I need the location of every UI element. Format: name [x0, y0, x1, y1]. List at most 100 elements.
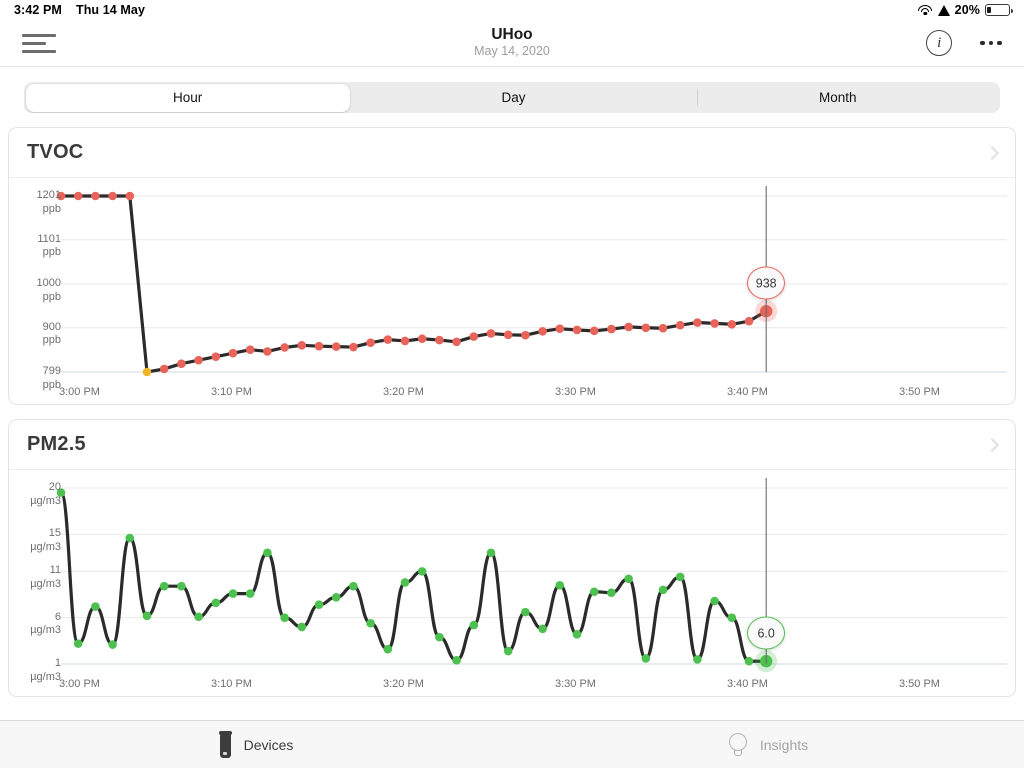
data-point: [142, 367, 152, 377]
status-date: Thu 14 May: [75, 3, 146, 17]
x-axis-tick-label: 3:50 PM: [899, 678, 940, 690]
data-point: [469, 620, 479, 630]
data-point: [624, 322, 633, 332]
x-axis-tick-label: 3:40 PM: [727, 678, 768, 690]
data-point: [572, 325, 582, 335]
data-point: [641, 654, 651, 663]
tab-day[interactable]: Day: [351, 82, 675, 113]
tvoc-gridlines: [61, 195, 1007, 373]
data-point: [73, 639, 83, 648]
data-point: [159, 364, 169, 374]
data-point: [91, 602, 100, 611]
data-point: [521, 607, 530, 617]
tab-devices[interactable]: Devices: [0, 721, 512, 768]
tab-month[interactable]: Month: [676, 82, 1000, 113]
bottom-tab-bar: Devices Insights: [0, 720, 1024, 768]
tab-insights[interactable]: Insights: [512, 721, 1024, 768]
data-point: [693, 655, 702, 664]
hamburger-menu-icon[interactable]: [22, 29, 56, 58]
data-point: [744, 656, 754, 666]
x-axis-tick-label: 3:00 PM: [59, 386, 100, 398]
x-axis-tick-label: 3:30 PM: [555, 386, 596, 398]
chevron-right-icon[interactable]: [984, 437, 1000, 452]
x-axis-tick-label: 3:30 PM: [555, 678, 596, 690]
data-point: [693, 318, 702, 327]
data-point: [452, 337, 461, 347]
data-point: [417, 567, 427, 576]
data-point: [417, 334, 427, 344]
data-point: [383, 335, 393, 344]
data-point: [280, 613, 289, 622]
pm25-value-tooltip: 6.0: [747, 616, 786, 650]
lightbulb-icon: [728, 732, 748, 758]
chevron-right-icon[interactable]: [984, 145, 1000, 160]
data-point: [297, 340, 307, 350]
data-point: [452, 655, 461, 665]
y-axis-tick-label: 1 µg/m3: [30, 657, 61, 683]
tvoc-chart[interactable]: 1201 ppb 1101 ppb 1000 ppb 900 ppb 799 ppb 3:00 P…: [9, 178, 1015, 404]
data-point: [91, 191, 100, 201]
data-point: [727, 613, 737, 622]
tvoc-card[interactable]: TVOC 1201 ppb 1101 ppb 1000 ppb 900 ppb 799 ppb 3…: [8, 127, 1016, 405]
time-range-segmented-control[interactable]: Hour Day Month: [24, 82, 1000, 113]
more-options-icon[interactable]: [980, 40, 1002, 46]
status-bar-right: 20%: [918, 3, 1013, 17]
data-point: [245, 345, 255, 354]
tvoc-card-header[interactable]: TVOC: [9, 128, 1015, 178]
data-point: [263, 548, 272, 558]
hamburger-line: [22, 41, 46, 45]
data-point: [177, 581, 186, 591]
x-axis-tick-label: 3:40 PM: [727, 386, 768, 398]
data-point: [641, 323, 651, 333]
data-point: [228, 348, 238, 358]
data-point: [538, 624, 547, 634]
data-point: [194, 612, 203, 622]
data-point: [675, 320, 685, 330]
pm25-card-header[interactable]: PM2.5: [9, 420, 1015, 470]
data-point: [624, 574, 633, 584]
tab-hour[interactable]: Hour: [25, 83, 350, 112]
data-point: [607, 588, 616, 597]
data-point: [331, 593, 341, 602]
data-point: [366, 618, 375, 628]
data-point: [211, 352, 221, 361]
data-point: [744, 316, 754, 326]
data-point: [658, 323, 668, 333]
data-point: [349, 581, 358, 591]
y-axis-tick-label: 900 ppb: [42, 320, 61, 347]
data-point: [314, 600, 324, 610]
x-axis-tick-label: 3:20 PM: [383, 678, 424, 690]
data-point: [383, 644, 393, 654]
battery-icon: [985, 4, 1013, 16]
hamburger-line: [22, 33, 56, 37]
nav-actions: i: [926, 30, 1002, 56]
data-point: [675, 572, 685, 582]
y-axis-tick-label: 799 ppb: [42, 365, 61, 391]
data-point: [486, 548, 496, 558]
data-point: [727, 319, 737, 329]
hamburger-line: [22, 49, 56, 53]
data-point: [108, 191, 117, 201]
series-line: [59, 491, 768, 663]
data-point: [108, 640, 117, 649]
data-point: [435, 335, 444, 345]
x-axis-tick-label: 3:10 PM: [211, 386, 252, 398]
x-axis-tick-label: 3:20 PM: [383, 386, 424, 398]
data-point: [710, 596, 719, 606]
y-axis-tick-label: 1201 ppb: [36, 189, 61, 215]
data-point: [125, 533, 135, 543]
data-point: [211, 598, 221, 608]
status-bar: 3:42 PM Thu 14 May 20%: [0, 0, 1024, 20]
data-point: [228, 589, 238, 598]
tvoc-value-tooltip: 938: [747, 266, 786, 300]
info-circle-icon[interactable]: i: [926, 30, 953, 56]
x-axis-tick-label: 3:10 PM: [211, 678, 252, 690]
pm25-chart[interactable]: 20 µg/m3 15 µg/m3 11 µg/m3 6 µg/m3 1 µg/m3 3:00 P…: [9, 470, 1015, 696]
navigation-bar: UHoo May 14, 2020 i: [0, 20, 1024, 67]
data-point: [572, 630, 582, 639]
data-point: [159, 581, 169, 591]
device-sensor-icon: [218, 731, 232, 758]
page-title: UHoo: [491, 25, 533, 43]
y-axis-tick-label: 1000 ppb: [36, 277, 61, 303]
pm25-card[interactable]: PM2.5 20 µg/m3 15 µg/m3 11 µg/m3 6 µg/m3 1 µg/m3 …: [8, 419, 1016, 697]
